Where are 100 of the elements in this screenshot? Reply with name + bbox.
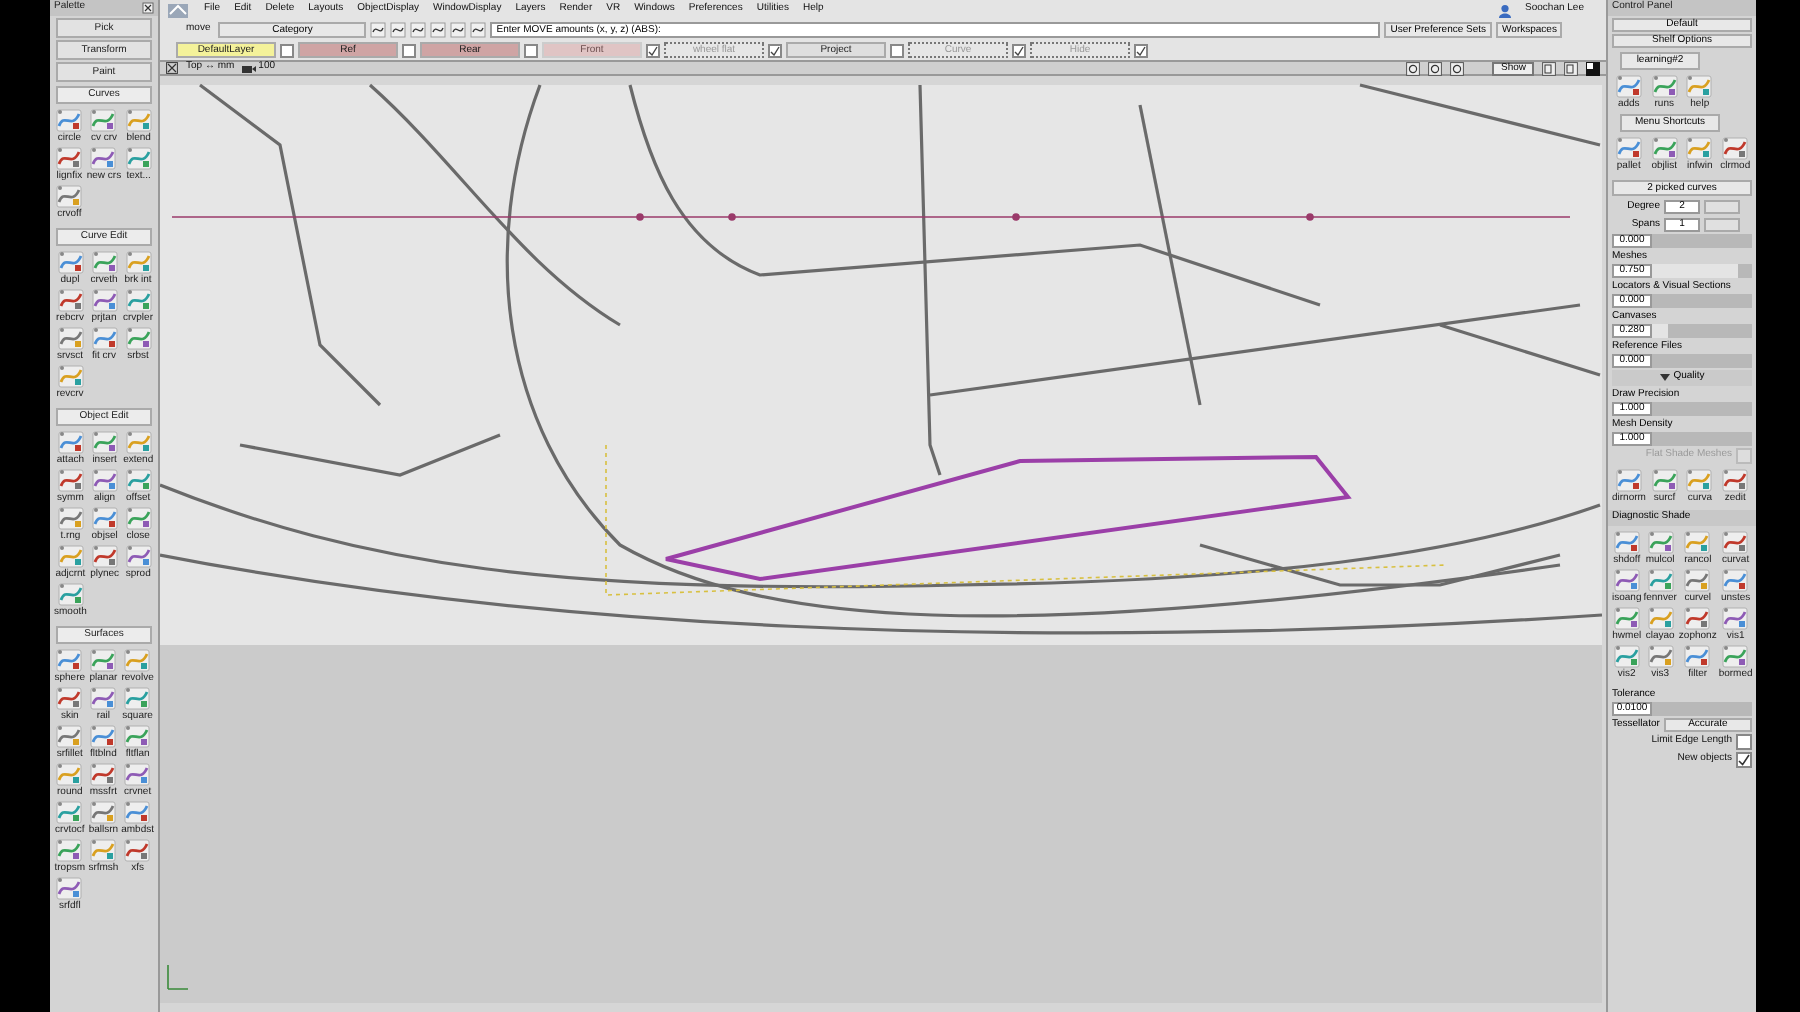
checkbox[interactable] (1736, 752, 1752, 768)
toolbar-icon[interactable] (370, 22, 387, 38)
tool-icon[interactable] (56, 648, 83, 672)
tool-icon[interactable] (1684, 643, 1711, 667)
tool-icon[interactable] (1684, 567, 1711, 591)
tool-icon[interactable] (56, 146, 83, 170)
toolbar-icon[interactable] (470, 22, 487, 38)
layer-checkbox[interactable] (646, 43, 660, 57)
maximize-icon[interactable] (1586, 61, 1600, 75)
pan-icon[interactable] (1450, 61, 1465, 75)
tool-icon[interactable] (1647, 643, 1674, 667)
tool-icon[interactable] (57, 250, 83, 274)
layer-checkbox[interactable] (768, 43, 782, 57)
tool-icon[interactable] (124, 800, 151, 824)
tool-icon[interactable] (91, 544, 118, 568)
toolbar-icon[interactable] (450, 22, 467, 38)
expanded-arrow-icon[interactable] (1659, 372, 1670, 383)
tool-icon[interactable] (90, 146, 117, 170)
tool-icon[interactable] (1615, 136, 1642, 160)
tool-icon[interactable] (56, 108, 83, 132)
tool-icon[interactable] (57, 582, 84, 606)
tool-icon[interactable] (1613, 529, 1640, 553)
close-icon[interactable] (166, 62, 178, 74)
tool-icon[interactable] (57, 544, 84, 568)
tool-icon[interactable] (1647, 605, 1674, 629)
rotate-icon[interactable] (1428, 61, 1443, 75)
layer-checkbox[interactable] (1012, 43, 1026, 57)
tool-icon[interactable] (1615, 74, 1642, 98)
tool-icon[interactable] (56, 838, 83, 862)
tool-icon[interactable] (124, 648, 151, 672)
tool-icon[interactable] (1651, 136, 1678, 160)
layer-checkbox[interactable] (402, 43, 416, 57)
tool-icon[interactable] (1722, 567, 1749, 591)
tool-icon[interactable] (1722, 136, 1749, 160)
tool-icon[interactable] (125, 468, 152, 492)
tool-icon[interactable] (91, 326, 117, 350)
tool-icon[interactable] (90, 762, 117, 786)
checkbox[interactable] (1736, 734, 1752, 750)
tool-icon[interactable] (90, 108, 117, 132)
layer-checkbox[interactable] (890, 43, 904, 57)
toolbar-icon[interactable] (410, 22, 427, 38)
tool-icon[interactable] (124, 838, 151, 862)
tool-icon[interactable] (57, 364, 83, 388)
tool-icon[interactable] (91, 506, 118, 530)
tool-icon[interactable] (125, 146, 152, 170)
tool-icon[interactable] (125, 544, 152, 568)
move-tool-icon[interactable] (168, 3, 188, 17)
tool-icon[interactable] (125, 326, 151, 350)
tool-icon[interactable] (1686, 136, 1713, 160)
tool-icon[interactable] (1722, 529, 1749, 553)
zoom-icon[interactable] (1406, 61, 1421, 75)
tool-icon[interactable] (1651, 467, 1678, 491)
tool-icon[interactable] (90, 800, 117, 824)
layer-checkbox[interactable] (280, 43, 294, 57)
tool-icon[interactable] (56, 184, 83, 208)
tool-icon[interactable] (125, 506, 152, 530)
tool-icon[interactable] (91, 288, 117, 312)
tool-icon[interactable] (90, 686, 117, 710)
tool-icon[interactable] (1647, 529, 1674, 553)
layer-checkbox[interactable] (1134, 43, 1148, 57)
tool-icon[interactable] (1613, 567, 1640, 591)
tool-icon[interactable] (56, 686, 83, 710)
tool-icon[interactable] (125, 108, 152, 132)
toolbar-icon[interactable] (390, 22, 407, 38)
tool-icon[interactable] (91, 250, 117, 274)
tool-icon[interactable] (124, 686, 151, 710)
tool-icon[interactable] (91, 468, 118, 492)
tool-icon[interactable] (56, 724, 83, 748)
tool-icon[interactable] (1684, 605, 1711, 629)
tool-icon[interactable] (1647, 567, 1674, 591)
tool-icon[interactable] (124, 762, 151, 786)
tool-icon[interactable] (125, 288, 151, 312)
camera-icon[interactable] (242, 63, 257, 73)
tool-icon[interactable] (57, 288, 83, 312)
tool-icon[interactable] (56, 762, 83, 786)
tool-icon[interactable] (125, 430, 152, 454)
tool-icon[interactable] (1722, 467, 1749, 491)
tool-icon[interactable] (91, 430, 118, 454)
tool-icon[interactable] (1615, 467, 1642, 491)
tool-icon[interactable] (1686, 467, 1713, 491)
tool-icon[interactable] (56, 876, 83, 900)
tool-icon[interactable] (90, 838, 117, 862)
tool-icon[interactable] (1651, 74, 1678, 98)
tool-icon[interactable] (124, 724, 151, 748)
tool-icon[interactable] (57, 430, 84, 454)
tool-icon[interactable] (57, 326, 83, 350)
tool-icon[interactable] (1722, 643, 1749, 667)
tool-icon[interactable] (1684, 529, 1711, 553)
tool-icon[interactable] (1722, 605, 1749, 629)
tool-icon[interactable] (1613, 643, 1640, 667)
tool-icon[interactable] (90, 648, 117, 672)
toolbar-icon[interactable] (430, 22, 447, 38)
tool-icon[interactable] (1686, 74, 1713, 98)
tool-icon[interactable] (125, 250, 151, 274)
layer-checkbox[interactable] (524, 43, 538, 57)
tool-icon[interactable] (57, 468, 84, 492)
tool-icon[interactable] (56, 800, 83, 824)
tool-icon[interactable] (1613, 605, 1640, 629)
close-icon[interactable] (142, 2, 154, 14)
tool-icon[interactable] (57, 506, 84, 530)
